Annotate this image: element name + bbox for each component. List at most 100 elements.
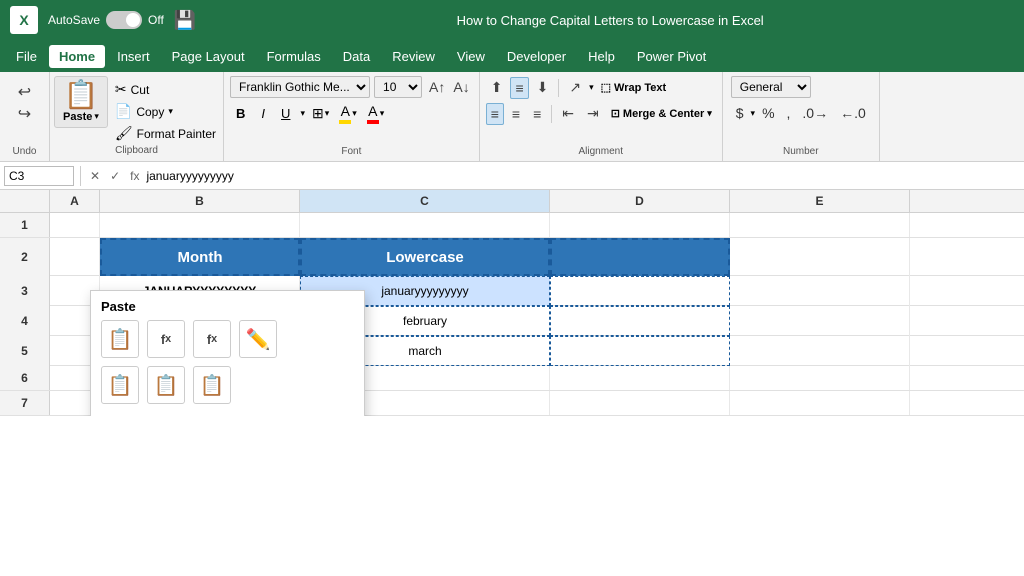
paste-option-transpose[interactable]: 📋 <box>147 366 185 404</box>
align-middle-button[interactable]: ≡ <box>510 77 528 99</box>
font-name-select[interactable]: Franklin Gothic Me... <box>230 76 370 98</box>
cell-E4[interactable] <box>730 306 910 336</box>
paste-icon: 📋 <box>64 81 99 109</box>
paste-option-linked[interactable]: 📋 <box>101 366 139 404</box>
cell-E5[interactable] <box>730 336 910 366</box>
cell-D3[interactable] <box>550 276 730 306</box>
merge-center-button[interactable]: ⊡ Merge & Center ▾ <box>607 105 716 122</box>
align-left-button[interactable]: ≡ <box>486 103 504 125</box>
row-header-4[interactable]: 4 <box>0 306 50 336</box>
shrink-font-button[interactable]: A↓ <box>450 78 472 96</box>
paste-icons-row2: 📋 📋 📋 <box>91 366 364 412</box>
paste-button[interactable]: 📋 Paste ▾ <box>54 76 108 128</box>
grow-font-button[interactable]: A↑ <box>426 78 448 96</box>
bold-button[interactable]: B <box>230 104 251 123</box>
cell-D7[interactable] <box>550 391 730 415</box>
decrease-decimal-button[interactable]: ←.0 <box>835 102 871 124</box>
row-header-5[interactable]: 5 <box>0 336 50 366</box>
cell-B1[interactable] <box>100 213 300 237</box>
paste-option-picture[interactable]: 📋 <box>193 366 231 404</box>
cell-E2[interactable] <box>730 238 910 276</box>
row-header-6[interactable]: 6 <box>0 366 50 390</box>
menu-item-review[interactable]: Review <box>382 45 445 68</box>
number-label: Number <box>731 146 871 159</box>
copy-button[interactable]: 📄 Copy ▾ <box>112 102 219 121</box>
row-header-3[interactable]: 3 <box>0 276 50 306</box>
save-icon[interactable]: 💾 <box>174 10 196 31</box>
italic-button[interactable]: I <box>255 104 271 123</box>
decrease-indent-button[interactable]: ⇤ <box>557 102 579 125</box>
undo-button[interactable]: ↩ <box>18 82 31 102</box>
col-header-C[interactable]: C <box>300 190 550 212</box>
font-grow-buttons: A↑ A↓ <box>426 76 473 98</box>
align-bottom-button[interactable]: ⬇ <box>532 76 554 99</box>
menu-item-insert[interactable]: Insert <box>107 45 160 68</box>
menu-item-power-pivot[interactable]: Power Pivot <box>627 45 716 68</box>
column-headers: A B C D E <box>0 190 1024 213</box>
spreadsheet-container: A B C D E 1 2 Month Lowercase 3 JAN <box>0 190 1024 416</box>
toggle-knob <box>126 13 140 27</box>
cell-E1[interactable] <box>730 213 910 237</box>
menu-item-data[interactable]: Data <box>333 45 380 68</box>
borders-button[interactable]: ⊞ ▾ <box>309 104 332 123</box>
menu-item-page-layout[interactable]: Page Layout <box>162 45 255 68</box>
increase-indent-button[interactable]: ⇥ <box>582 102 604 125</box>
menu-item-formulas[interactable]: Formulas <box>257 45 331 68</box>
cell-D1[interactable] <box>550 213 730 237</box>
col-header-D[interactable]: D <box>550 190 730 212</box>
cell-C1[interactable] <box>300 213 550 237</box>
cell-D2[interactable] <box>550 238 730 276</box>
cancel-formula-icon[interactable]: ✕ <box>87 169 103 183</box>
wrap-text-button[interactable]: ⬚ Wrap Text <box>597 79 671 96</box>
orientation-button[interactable]: ↗ <box>564 76 586 99</box>
paste-option-fx[interactable]: fx <box>147 320 185 358</box>
menu-item-developer[interactable]: Developer <box>497 45 576 68</box>
row-header-7[interactable]: 7 <box>0 391 50 415</box>
col-header-B[interactable]: B <box>100 190 300 212</box>
font-color-button[interactable]: A ▾ <box>364 102 388 125</box>
merge-icon: ⊡ <box>611 107 620 120</box>
table-row: 1 <box>0 213 1024 238</box>
menu-item-file[interactable]: File <box>6 45 47 68</box>
increase-decimal-button[interactable]: .0→ <box>797 102 833 124</box>
cell-reference-box[interactable] <box>4 166 74 186</box>
insert-function-icon[interactable]: fx <box>127 169 142 183</box>
cell-B2[interactable]: Month <box>100 238 300 276</box>
cell-D5[interactable] <box>550 336 730 366</box>
formula-input[interactable] <box>146 169 1020 183</box>
align-right-button[interactable]: ≡ <box>528 103 546 125</box>
row-header-2[interactable]: 2 <box>0 238 50 276</box>
cell-A2[interactable] <box>50 238 100 276</box>
align-center-button[interactable]: ≡ <box>507 103 525 125</box>
cell-E7[interactable] <box>730 391 910 415</box>
cell-E3[interactable] <box>730 276 910 306</box>
col-header-A[interactable]: A <box>50 190 100 212</box>
comma-button[interactable]: , <box>782 102 796 124</box>
percent-button[interactable]: % <box>757 102 779 124</box>
format-painter-button[interactable]: 🖌 Format Painter <box>112 124 219 143</box>
cell-A1[interactable] <box>50 213 100 237</box>
dollar-button[interactable]: $ <box>731 102 749 124</box>
paste-option-fx-format[interactable]: fx <box>193 320 231 358</box>
cell-D4[interactable] <box>550 306 730 336</box>
cell-E6[interactable] <box>730 366 910 390</box>
number-format-select[interactable]: General <box>731 76 811 98</box>
fill-color-button[interactable]: A ▾ <box>336 102 360 125</box>
row-header-1[interactable]: 1 <box>0 213 50 237</box>
menu-item-home[interactable]: Home <box>49 45 105 68</box>
autosave-toggle[interactable] <box>106 11 142 29</box>
cell-D6[interactable] <box>550 366 730 390</box>
confirm-formula-icon[interactable]: ✓ <box>107 169 123 183</box>
font-size-select[interactable]: 10 <box>374 76 422 98</box>
menu-item-view[interactable]: View <box>447 45 495 68</box>
number-section: General $ ▾ % , .0→ ←.0 Number <box>723 72 880 161</box>
paste-option-clipboard[interactable]: 📋 <box>101 320 139 358</box>
underline-button[interactable]: U <box>275 104 296 123</box>
redo-button[interactable]: ↪ <box>18 104 31 124</box>
col-header-E[interactable]: E <box>730 190 910 212</box>
paste-option-edit[interactable]: ✏️ <box>239 320 277 358</box>
align-top-button[interactable]: ⬆ <box>486 76 508 99</box>
cut-button[interactable]: ✂ Cut <box>112 80 219 99</box>
menu-item-help[interactable]: Help <box>578 45 625 68</box>
cell-C2[interactable]: Lowercase <box>300 238 550 276</box>
